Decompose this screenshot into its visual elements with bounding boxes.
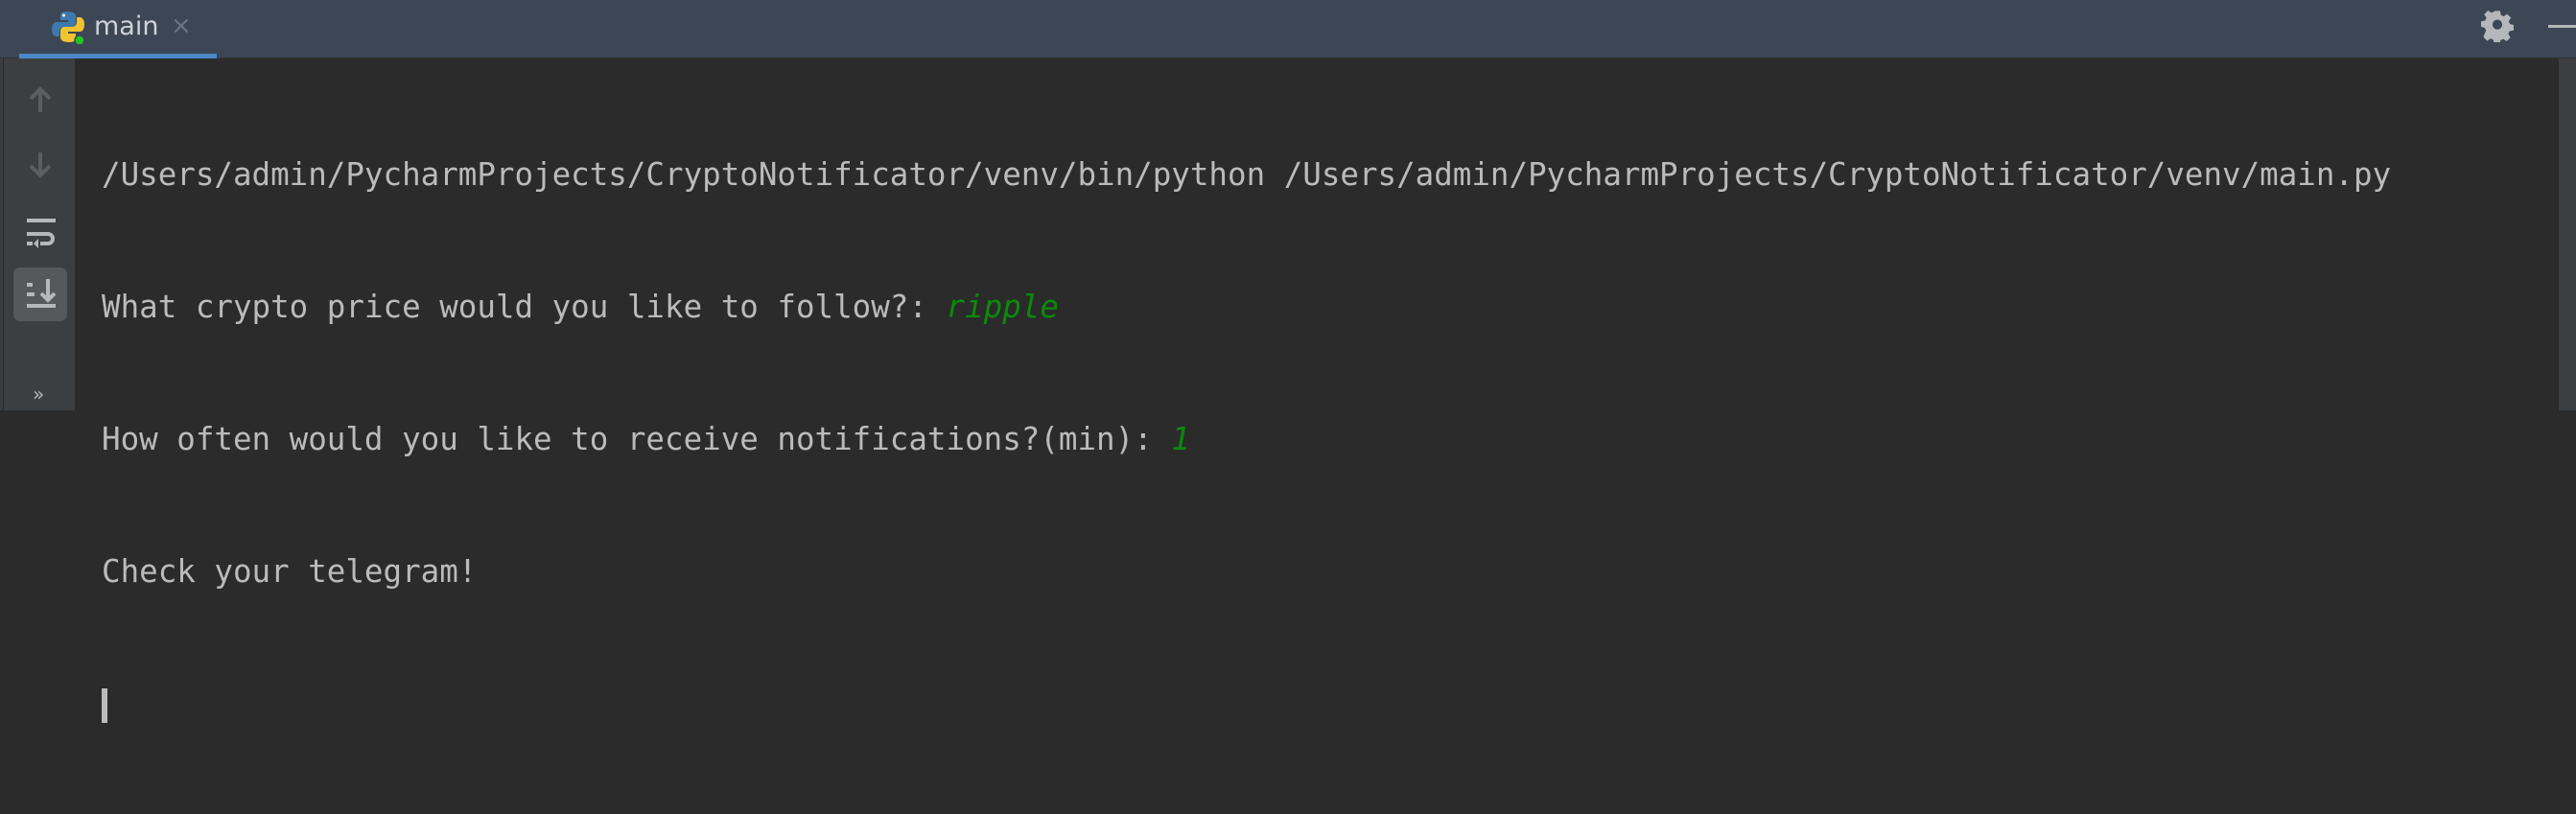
prompt-text: How often would you like to receive noti… bbox=[102, 421, 1172, 457]
python-icon bbox=[52, 12, 85, 44]
more-actions-icon[interactable]: » bbox=[33, 383, 44, 406]
user-input: ripple bbox=[946, 289, 1059, 325]
console-output[interactable]: /Users/admin/PycharmProjects/CryptoNotif… bbox=[75, 58, 2559, 723]
prompt-text: What crypto price would you like to foll… bbox=[102, 289, 947, 325]
command-text: /Users/admin/PycharmProjects/CryptoNotif… bbox=[102, 156, 2392, 193]
input-line[interactable] bbox=[102, 682, 2391, 726]
tab-label: main bbox=[94, 12, 159, 41]
user-input: 1 bbox=[1171, 421, 1190, 457]
output-text: Check your telegram! bbox=[102, 553, 478, 590]
tab-main[interactable]: main × bbox=[19, 0, 217, 58]
console-line: /Users/admin/PycharmProjects/CryptoNotif… bbox=[102, 152, 2391, 197]
arrow-up-icon bbox=[29, 86, 52, 112]
console-toolbar: » bbox=[4, 58, 75, 410]
up-button[interactable] bbox=[13, 74, 67, 128]
arrow-down-icon bbox=[29, 152, 52, 178]
vertical-scrollbar[interactable] bbox=[2559, 58, 2576, 410]
console-line: What crypto price would you like to foll… bbox=[102, 285, 2391, 329]
console-line: Check your telegram! bbox=[102, 549, 2391, 593]
down-button[interactable] bbox=[13, 139, 67, 193]
console-line: How often would you like to receive noti… bbox=[102, 417, 2391, 461]
gear-icon[interactable] bbox=[2481, 10, 2514, 42]
soft-wrap-icon bbox=[27, 219, 56, 248]
scroll-to-end-button[interactable] bbox=[13, 267, 67, 321]
close-tab-icon[interactable]: × bbox=[171, 12, 192, 40]
scroll-to-end-icon bbox=[27, 279, 57, 308]
run-tab-bar: main × bbox=[0, 0, 2576, 58]
minimize-icon[interactable] bbox=[2548, 25, 2576, 28]
soft-wrap-button[interactable] bbox=[13, 205, 67, 259]
text-caret bbox=[102, 688, 107, 723]
